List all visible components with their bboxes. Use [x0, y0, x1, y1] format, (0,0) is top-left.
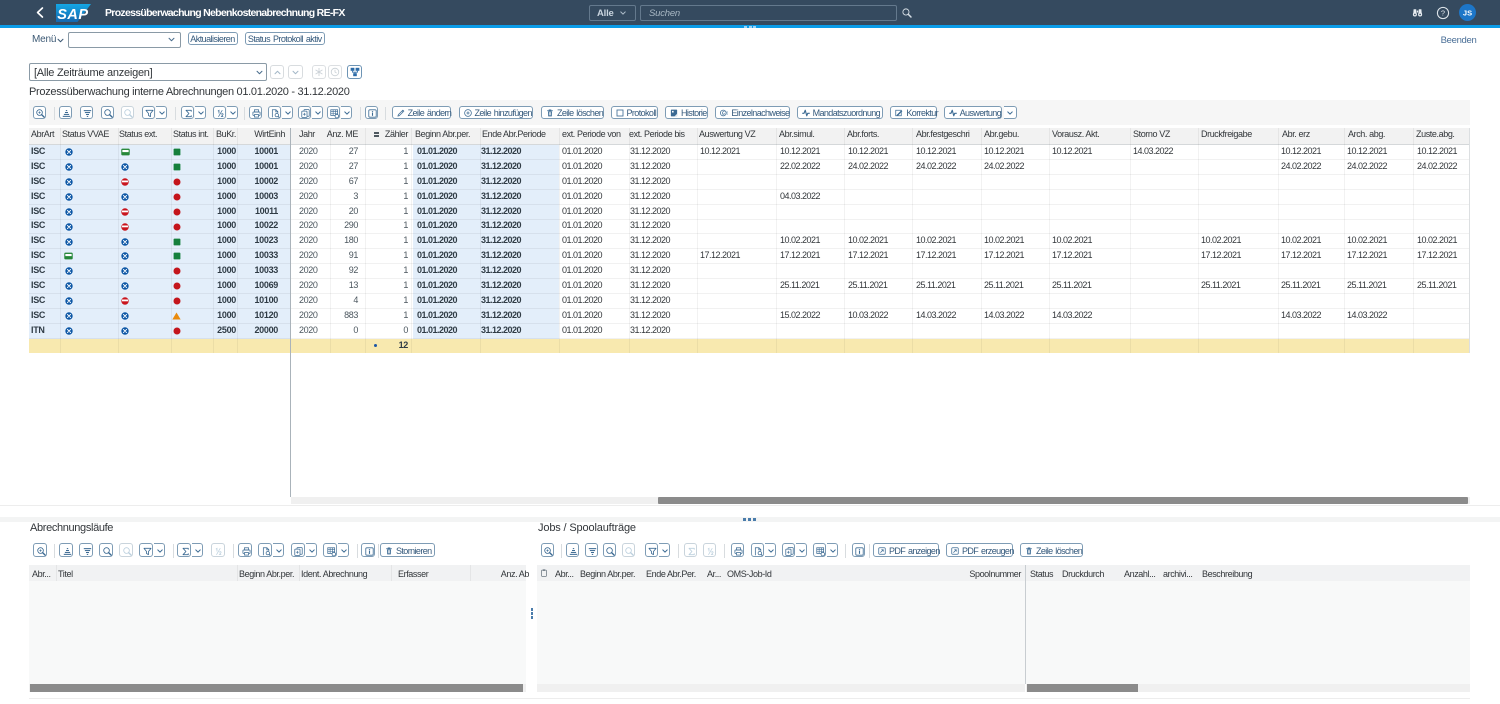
- svg-text:?: ?: [1441, 8, 1445, 17]
- svg-text:SAP: SAP: [57, 7, 88, 22]
- svg-text:JS: JS: [1463, 9, 1472, 18]
